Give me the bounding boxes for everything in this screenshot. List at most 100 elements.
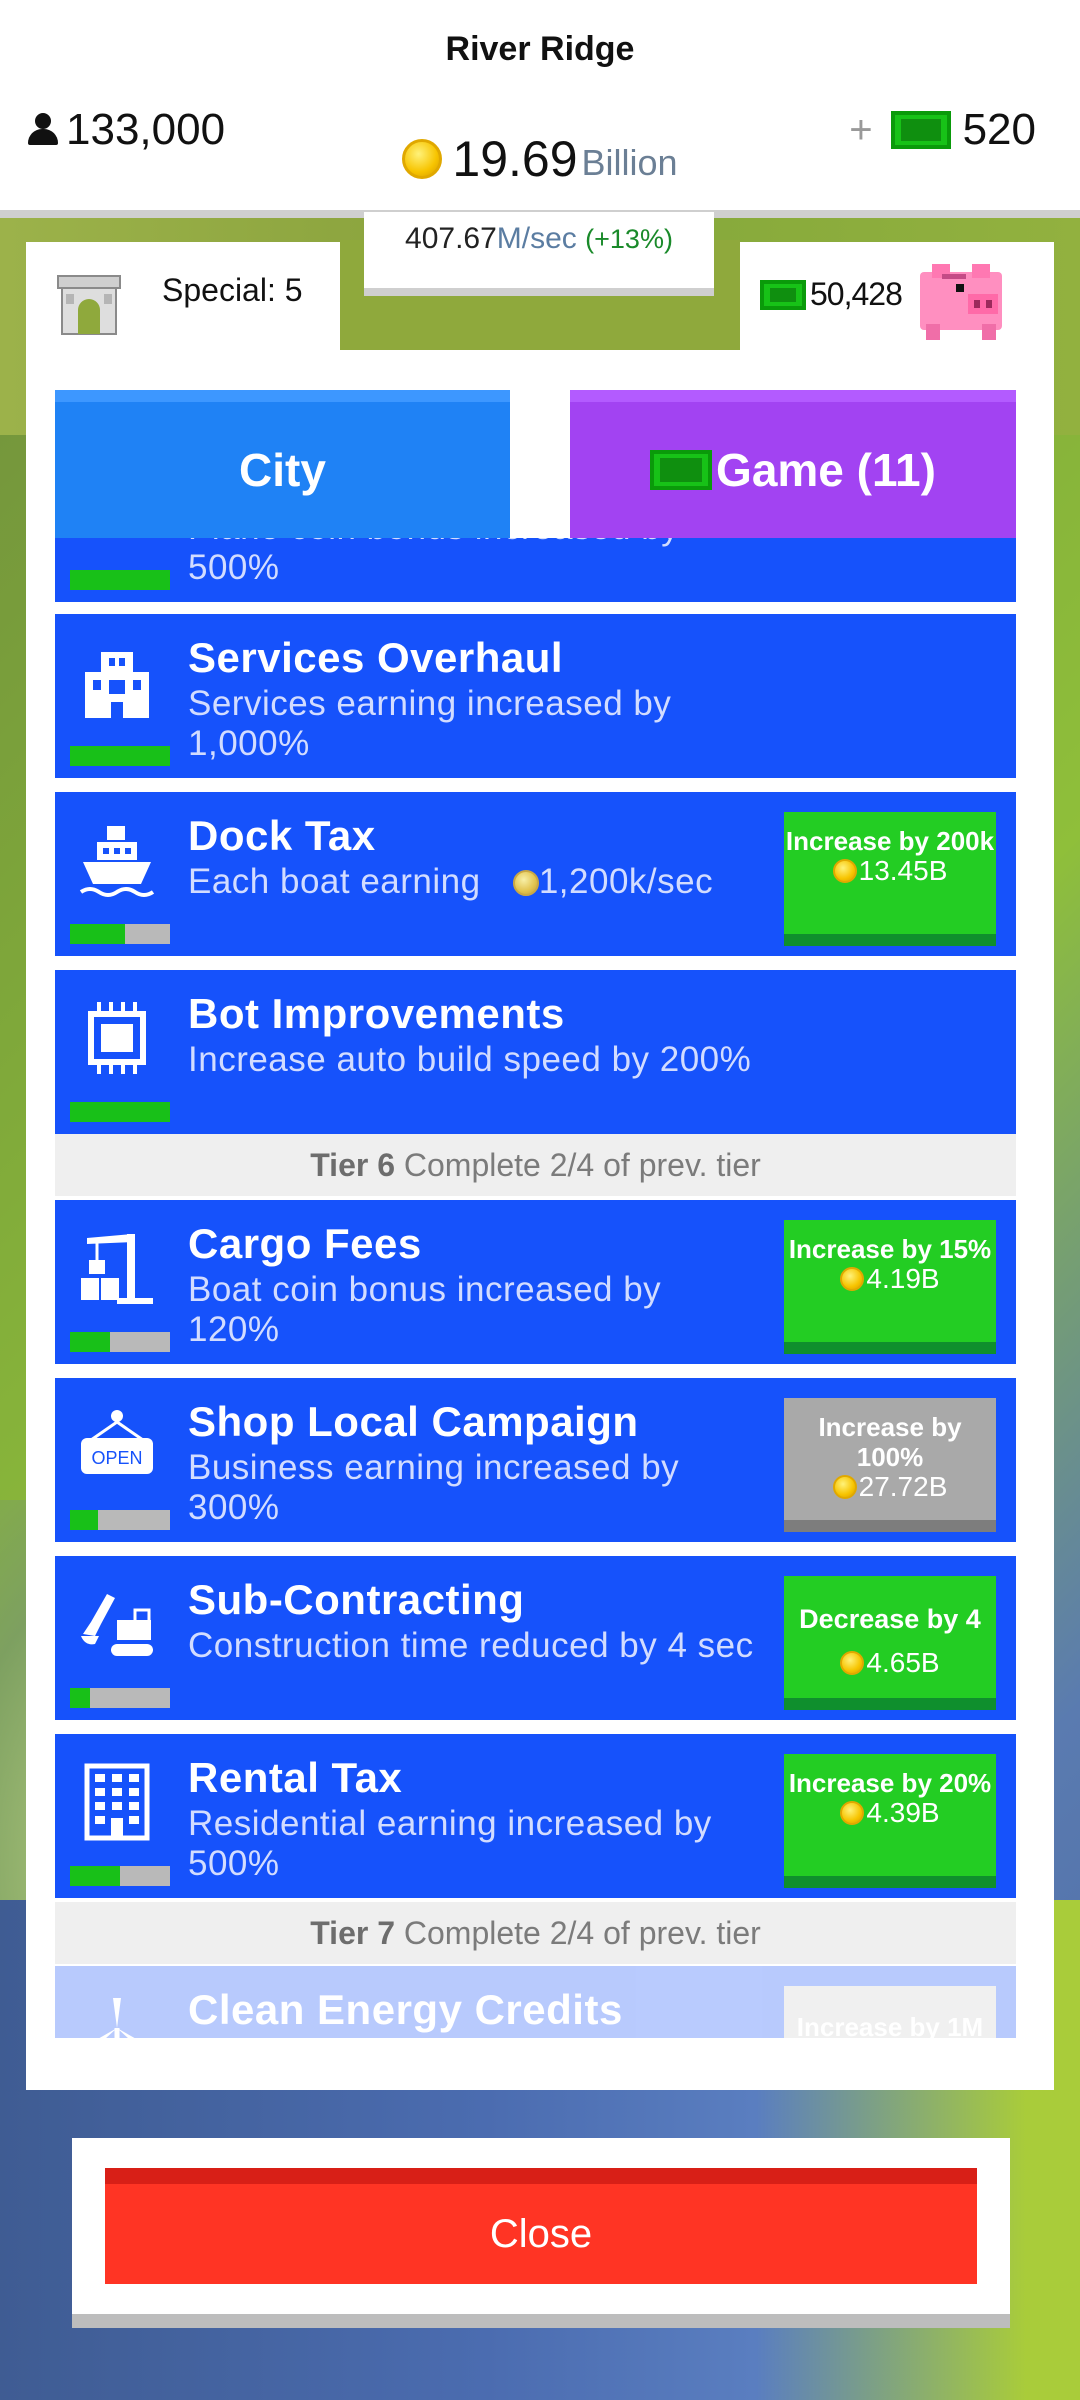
- income-rate: 407.67M/sec (+13%): [364, 212, 714, 296]
- buy-button[interactable]: Increase by 20% 4.39B: [784, 1754, 996, 1888]
- upgrade-row-bot-improvements[interactable]: Bot Improvements Increase auto build spe…: [55, 970, 1016, 1134]
- buy-cost-value: 4.19B: [866, 1263, 940, 1294]
- apartment-icon: [84, 1763, 150, 1841]
- arch-icon: [57, 275, 121, 335]
- special-label: Special: 5: [162, 272, 303, 308]
- open-sign-icon: OPEN: [81, 1410, 153, 1474]
- progress-bar: [70, 1688, 170, 1708]
- upgrade-desc: Increase auto build speed by 200%: [188, 1040, 752, 1079]
- upgrade-title: Clean Energy Credits: [188, 1986, 623, 2033]
- tier-header: Tier 6 Complete 2/4 of prev. tier: [55, 1134, 1016, 1196]
- coin-icon: [402, 139, 443, 179]
- upgrade-row-cargo-fees[interactable]: Cargo Fees Boat coin bonus increased by …: [55, 1200, 1016, 1364]
- coin-icon: [832, 859, 857, 883]
- buy-label: Decrease by 4: [799, 1604, 981, 1634]
- city-name: River Ridge: [445, 30, 635, 68]
- buy-label: Increase by 200k: [785, 826, 995, 856]
- buy-cost: 27.72B: [784, 1472, 996, 1502]
- top-status-bar: River Ridge 133,000 19.69 Billion + 520: [0, 0, 1080, 218]
- buy-cost: 4.39B: [784, 1798, 996, 1828]
- progress-fill: [70, 1688, 90, 1708]
- upgrade-desc: Boat coin bonus increased by 120%: [188, 1270, 662, 1349]
- upgrade-row-clean-energy[interactable]: Clean Energy Credits Increase by 1M: [55, 1966, 1016, 2038]
- buy-button[interactable]: Increase by 100% 27.72B: [784, 1398, 996, 1532]
- buy-cost-value: 13.45B: [858, 855, 948, 886]
- tier-header: Tier 7 Complete 2/4 of prev. tier: [55, 1902, 1016, 1964]
- upgrade-title: Services Overhaul: [188, 634, 564, 681]
- upgrade-row-shop-local[interactable]: OPEN Shop Local Campaign Business earnin…: [55, 1378, 1016, 1542]
- panel-gap-right: [714, 240, 740, 300]
- tier-name: Tier 7: [310, 1915, 395, 1951]
- upgrade-list[interactable]: Plane coin bonus increased by 500% Servi…: [55, 538, 1016, 2038]
- tier-name: Tier 6: [310, 1147, 395, 1183]
- buy-cost-value: 4.39B: [866, 1797, 940, 1828]
- buy-label: Increase by 100%: [818, 1412, 962, 1472]
- tier-text: Complete 2/4 of prev. tier: [403, 1147, 761, 1183]
- coin-icon: [840, 1651, 865, 1675]
- progress-bar: [70, 1510, 170, 1530]
- progress-fill: [70, 1510, 98, 1530]
- upgrade-title: Shop Local Campaign: [188, 1398, 639, 1445]
- upgrade-desc: Services earning increased by 1,000%: [188, 684, 672, 763]
- buy-cost: 4.19B: [784, 1264, 996, 1294]
- buy-button[interactable]: Decrease by 4 4.65B: [784, 1576, 996, 1710]
- upgrade-desc: Business earning increased by 300%: [188, 1448, 680, 1527]
- cash-value: 520: [962, 105, 1036, 154]
- progress-bar: [70, 1102, 170, 1122]
- special-buildings[interactable]: Special: 5: [26, 242, 340, 350]
- cash-balance[interactable]: + 520: [849, 105, 1036, 155]
- buy-cost: 13.45B: [784, 856, 996, 886]
- upgrade-row-services-overhaul[interactable]: Services Overhaul Services earning incre…: [55, 614, 1016, 778]
- close-button[interactable]: Close: [105, 2168, 977, 2284]
- tab-game[interactable]: Game (11): [570, 390, 1016, 538]
- tier-text: Complete 2/4 of prev. tier: [403, 1915, 761, 1951]
- upgrade-row-plane-bonus[interactable]: Plane coin bonus increased by 500%: [55, 538, 1016, 602]
- bank-amount: 50,428: [760, 276, 903, 313]
- progress-fill: [70, 746, 170, 766]
- upgrade-desc-cont: 500%: [188, 548, 280, 587]
- panel-gap: [340, 296, 740, 350]
- coin-icon: [512, 870, 539, 896]
- progress-bar: [70, 924, 170, 944]
- chip-icon: [88, 1002, 146, 1074]
- buy-button[interactable]: Increase by 15% 4.19B: [784, 1220, 996, 1354]
- piggy-bank[interactable]: 50,428: [740, 242, 1054, 350]
- buy-cost-value: 27.72B: [858, 1471, 948, 1502]
- cash-icon: [650, 450, 713, 490]
- rate-value: 407.67: [405, 222, 497, 255]
- buy-button[interactable]: Increase by 200k 13.45B: [784, 812, 996, 946]
- wind-turbine-icon: [99, 1998, 135, 2038]
- upgrade-title: Rental Tax: [188, 1754, 403, 1801]
- buy-label: Increase by 1M: [796, 2012, 984, 2038]
- progress-fill: [70, 1332, 110, 1352]
- upgrade-row-sub-contracting[interactable]: Sub-Contracting Construction time reduce…: [55, 1556, 1016, 1720]
- coin-icon: [840, 1801, 865, 1825]
- progress-fill: [70, 570, 170, 590]
- upgrade-rate: 1,200k/sec: [538, 862, 714, 901]
- progress-fill: [70, 1866, 120, 1886]
- upgrade-row-rental-tax[interactable]: Rental Tax Residential earning increased…: [55, 1734, 1016, 1898]
- upgrade-desc: Each boat earning 1,200k/sec: [188, 862, 758, 902]
- upgrade-title: Cargo Fees: [188, 1220, 422, 1267]
- building-icon: [85, 652, 149, 718]
- panel-gap-left: [340, 240, 364, 300]
- progress-fill: [70, 1102, 170, 1122]
- plus-icon[interactable]: +: [849, 108, 872, 153]
- tab-city[interactable]: City: [55, 390, 510, 538]
- buy-button[interactable]: Increase by 1M: [784, 1986, 996, 2038]
- upgrade-desc: Plane coin bonus increased by: [188, 538, 679, 548]
- upgrade-desc-text: Each boat earning: [188, 862, 481, 901]
- coin-unit: Billion: [581, 142, 678, 183]
- piggy-bank-icon: [920, 264, 1002, 340]
- progress-bar: [70, 746, 170, 766]
- progress-bar: [70, 1332, 170, 1352]
- upgrade-title: Sub-Contracting: [188, 1576, 525, 1623]
- cash-icon: [890, 111, 951, 149]
- excavator-icon: [81, 1594, 153, 1656]
- upgrade-title: Dock Tax: [188, 812, 376, 859]
- upgrade-row-dock-tax[interactable]: Dock Tax Each boat earning 1,200k/sec In…: [55, 792, 1016, 956]
- upgrade-title: Bot Improvements: [188, 990, 565, 1037]
- progress-bar: [70, 570, 170, 590]
- upgrade-desc: Construction time reduced by 4 sec: [188, 1626, 754, 1665]
- coin-icon: [832, 1475, 857, 1499]
